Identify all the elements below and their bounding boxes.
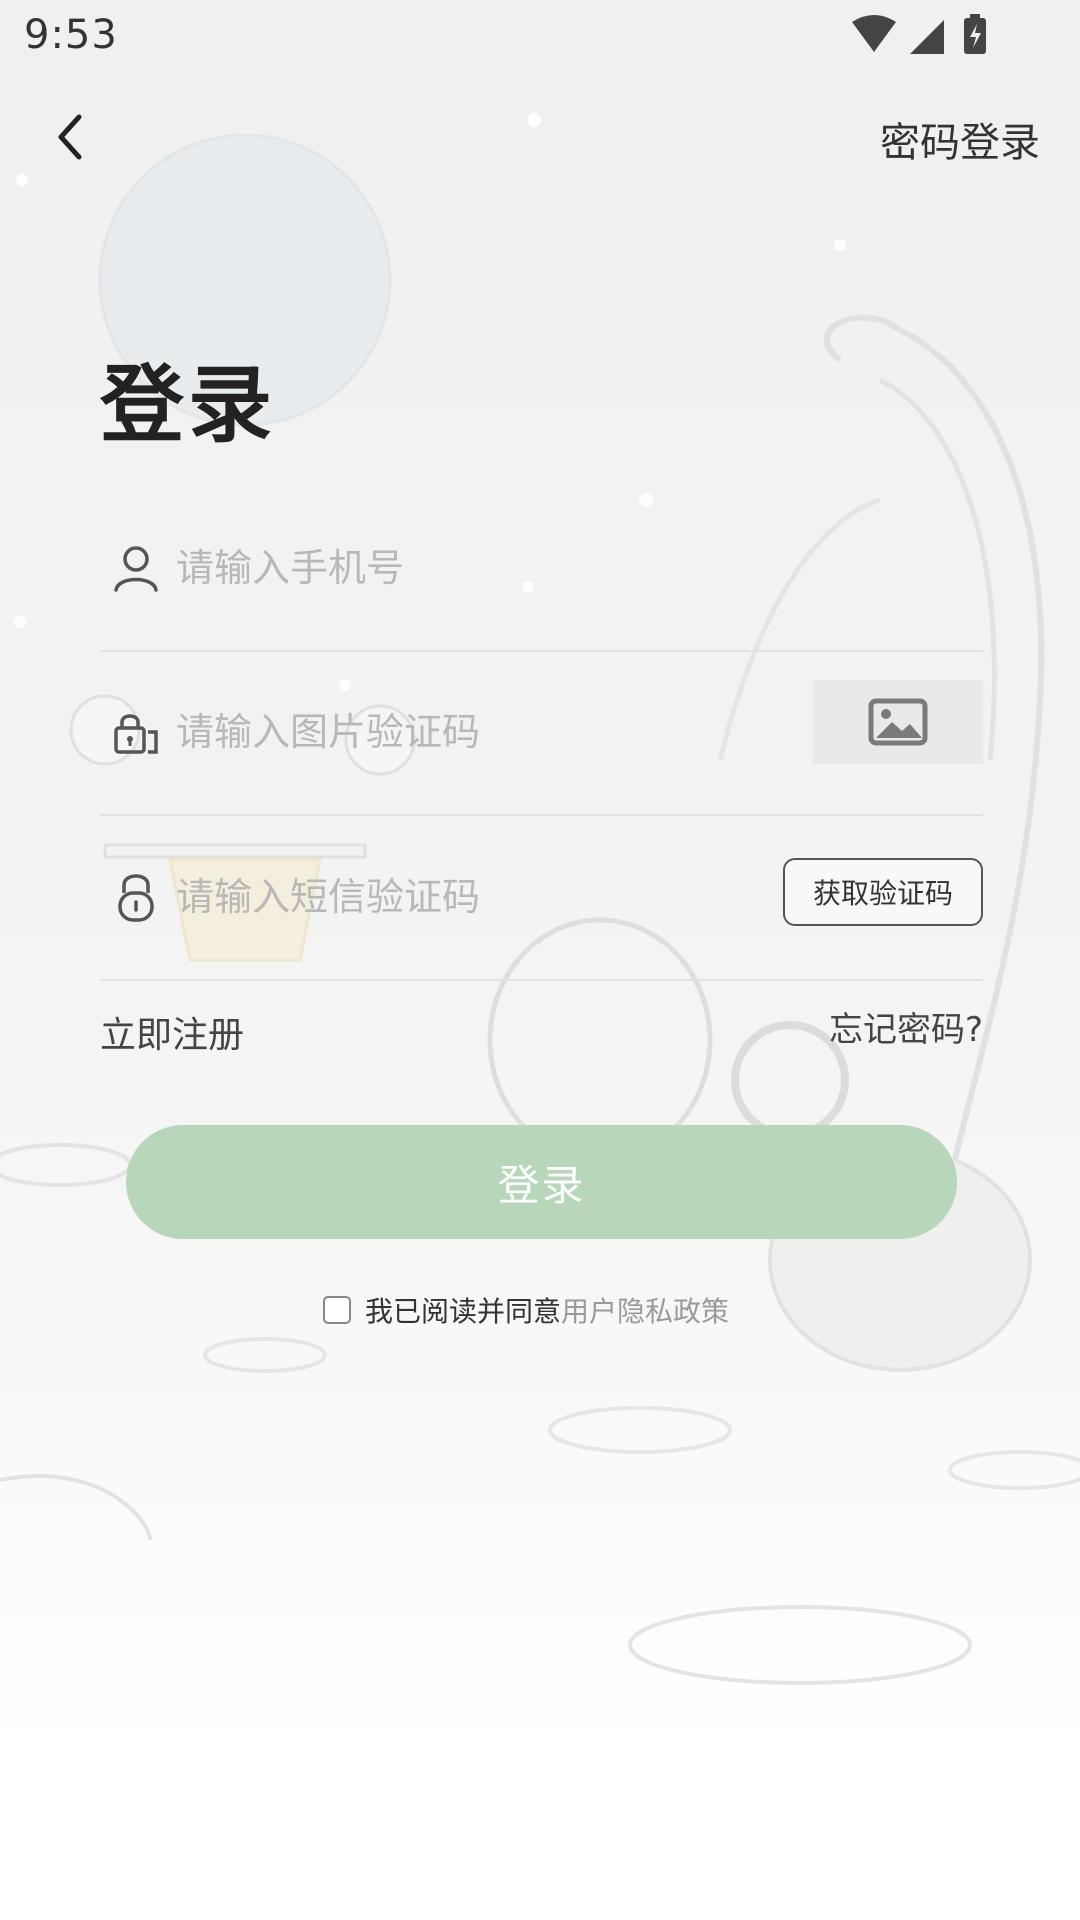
register-link[interactable]: 立即注册 xyxy=(100,1006,244,1058)
phone-field-row xyxy=(100,486,983,652)
back-button[interactable] xyxy=(44,106,96,168)
captcha-image[interactable] xyxy=(813,680,983,764)
sms-code-field-row: 获取验证码 xyxy=(100,815,983,981)
padlock-icon xyxy=(110,871,162,923)
sms-code-input[interactable] xyxy=(174,861,738,933)
battery-icon xyxy=(964,14,986,54)
signal-icon xyxy=(910,20,944,54)
phone-input[interactable] xyxy=(174,532,778,604)
image-captcha-field-row xyxy=(100,650,983,816)
forgot-password-link[interactable]: 忘记密码? xyxy=(829,1002,983,1051)
get-sms-code-button[interactable]: 获取验证码 xyxy=(783,858,983,926)
agreement-row: 我已阅读并同意 用户隐私政策 xyxy=(323,1290,729,1330)
wifi-icon xyxy=(852,15,896,52)
status-time: 9:53 xyxy=(24,12,118,58)
image-icon xyxy=(868,698,928,746)
privacy-policy-link[interactable]: 用户隐私政策 xyxy=(561,1290,729,1330)
page-title: 登录 xyxy=(100,356,277,454)
image-captcha-input[interactable] xyxy=(174,696,778,768)
shield-lock-icon xyxy=(110,706,162,758)
agreement-checkbox[interactable] xyxy=(323,1296,351,1324)
status-bar: 9:53 xyxy=(0,0,1080,72)
chevron-left-icon xyxy=(58,114,82,160)
password-login-link[interactable]: 密码登录 xyxy=(880,110,1040,168)
status-icons xyxy=(852,14,986,54)
user-icon xyxy=(110,542,162,594)
agreement-text: 我已阅读并同意 xyxy=(365,1295,562,1328)
login-button[interactable]: 登录 xyxy=(126,1125,957,1239)
